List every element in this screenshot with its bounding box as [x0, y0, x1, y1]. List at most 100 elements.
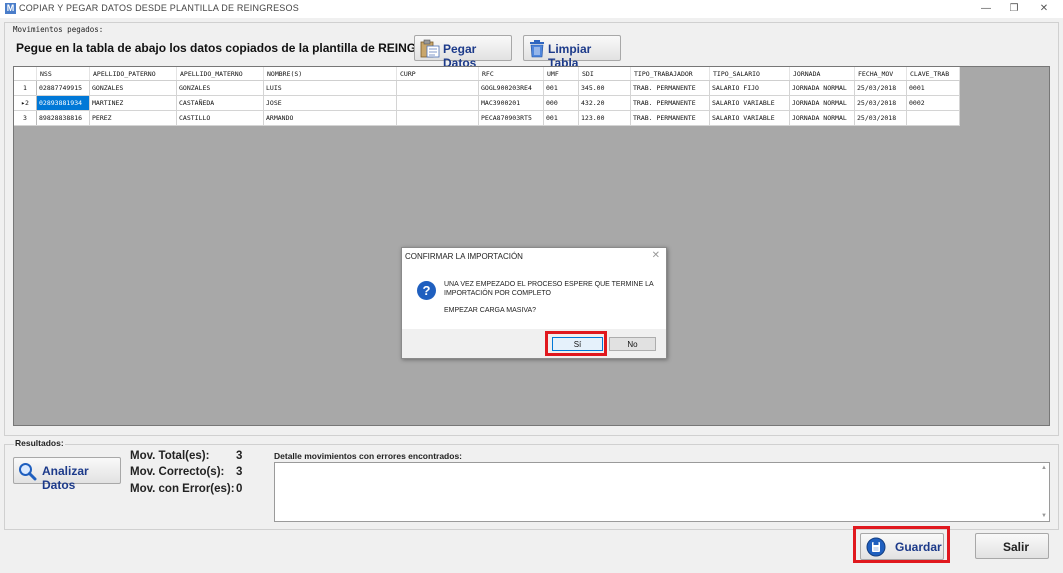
analyze-data-label: Analizar Datos [42, 464, 89, 492]
correct-movements-value: 3 [236, 466, 243, 478]
table-cell[interactable]: JOSE [263, 95, 397, 111]
table-cell[interactable]: 432.20 [578, 95, 631, 111]
analyze-data-button[interactable]: Analizar Datos [13, 457, 121, 492]
column-header[interactable]: RFC [478, 67, 544, 81]
table-cell[interactable]: LUIS [263, 80, 397, 96]
table-cell[interactable]: ARMANDO [263, 110, 397, 126]
instruction-text: Pegue en la tabla de abajo los datos cop… [16, 41, 462, 55]
total-movements-value: 3 [236, 450, 243, 462]
table-cell[interactable] [396, 95, 479, 111]
table-cell[interactable]: CASTILLO [176, 110, 264, 126]
minimize-button[interactable]: — [972, 2, 1000, 16]
close-window-button[interactable]: ✕ [1030, 2, 1058, 16]
selected-table-cell[interactable]: 02893881934 [36, 95, 90, 111]
table-cell[interactable] [396, 80, 479, 96]
table-row[interactable]: ▸2 02893881934 MARTINEZ CASTAÑEDA JOSE M… [14, 95, 960, 111]
dialog-close-icon[interactable]: ✕ [652, 250, 660, 261]
column-header[interactable]: CLAVE_TRAB [906, 67, 960, 81]
table-cell[interactable] [396, 110, 479, 126]
dialog-title: CONFIRMAR LA IMPORTACIÓN [405, 252, 523, 261]
row-number: 1 [23, 84, 27, 92]
table-cell[interactable]: JORNADA NORMAL [789, 80, 855, 96]
question-icon: ? [417, 281, 436, 300]
table-cell[interactable]: PEREZ [89, 110, 177, 126]
column-header[interactable]: SDI [578, 67, 631, 81]
table-cell[interactable]: TRAB. PERMANENTE [630, 80, 710, 96]
paste-data-button[interactable]: Pegar Datos [414, 35, 512, 70]
table-cell[interactable]: SALARIO FIJO [709, 80, 790, 96]
column-header[interactable]: APELLIDO_PATERNO [89, 67, 177, 81]
column-header[interactable]: APELLIDO_MATERNO [176, 67, 264, 81]
table-cell[interactable]: 25/03/2018 [854, 80, 907, 96]
restore-button[interactable]: ❐ [1000, 2, 1028, 16]
table-cell[interactable]: SALARIO VARIABLE [709, 110, 790, 126]
table-cell[interactable]: 0002 [906, 95, 960, 111]
column-header[interactable]: TIPO_SALARIO [709, 67, 790, 81]
exit-label: Salir [1003, 540, 1030, 554]
app-icon: M [5, 3, 16, 14]
column-header[interactable]: JORNADA [789, 67, 855, 81]
scroll-down-icon[interactable]: ▼ [1041, 513, 1047, 519]
clear-table-button[interactable]: Limpiar Tabla [523, 35, 621, 70]
correct-movements-label: Mov. Correcto(s): [130, 466, 225, 478]
table-cell[interactable]: TRAB. PERMANENTE [630, 95, 710, 111]
table-cell[interactable]: 001 [543, 80, 579, 96]
error-movements-label: Mov. con Error(es): [130, 483, 235, 495]
table-cell[interactable]: 02887749915 [36, 80, 90, 96]
table-cell[interactable]: 89828838816 [36, 110, 90, 126]
dialog-question: EMPEZAR CARGA MASIVA? [444, 307, 537, 314]
row-header[interactable]: 1 [14, 80, 37, 96]
table-header-row: NSS APELLIDO_PATERNO APELLIDO_MATERNO NO… [14, 67, 960, 81]
data-grid[interactable]: NSS APELLIDO_PATERNO APELLIDO_MATERNO NO… [13, 66, 1050, 426]
row-header[interactable]: ▸2 [14, 95, 37, 111]
table-cell[interactable]: MARTINEZ [89, 95, 177, 111]
table-cell[interactable]: 0001 [906, 80, 960, 96]
window-title: COPIAR Y PEGAR DATOS DESDE PLANTILLA DE … [19, 3, 299, 13]
table-row[interactable]: 1 02887749915 GONZALES GONZALES LUIS GOG… [14, 80, 960, 96]
table-cell[interactable]: GONZALES [176, 80, 264, 96]
column-header[interactable]: TIPO_TRABAJADOR [630, 67, 710, 81]
table-cell[interactable]: TRAB. PERMANENTE [630, 110, 710, 126]
table-cell[interactable]: CASTAÑEDA [176, 95, 264, 111]
row-header-corner [14, 67, 37, 81]
table-cell[interactable] [906, 110, 960, 126]
column-header[interactable]: NOMBRE(S) [263, 67, 397, 81]
total-movements-label: Mov. Total(es): [130, 450, 210, 462]
no-button[interactable]: No [609, 337, 656, 351]
table-cell[interactable]: 345.00 [578, 80, 631, 96]
error-detail-label: Detalle movimientos con errores encontra… [274, 451, 462, 461]
scroll-up-icon[interactable]: ▲ [1041, 465, 1047, 471]
confirm-dialog: CONFIRMAR LA IMPORTACIÓN ✕ ? UNA VEZ EMP… [401, 247, 667, 359]
column-header[interactable]: UMF [543, 67, 579, 81]
exit-button[interactable]: Salir [975, 533, 1049, 559]
table-cell[interactable]: 25/03/2018 [854, 110, 907, 126]
table-cell[interactable]: MAC3900201 [478, 95, 544, 111]
table-cell[interactable]: GONZALES [89, 80, 177, 96]
table-cell[interactable]: 25/03/2018 [854, 95, 907, 111]
dialog-message: UNA VEZ EMPEZADO EL PROCESO ESPERE QUE T… [444, 281, 654, 297]
table-cell[interactable]: 123.00 [578, 110, 631, 126]
column-header[interactable]: FECHA_MOV [854, 67, 907, 81]
table-cell[interactable]: 000 [543, 95, 579, 111]
title-bar: M COPIAR Y PEGAR DATOS DESDE PLANTILLA D… [0, 0, 1063, 18]
table-cell[interactable]: JORNADA NORMAL [789, 110, 855, 126]
dialog-footer: Sí No [402, 329, 666, 358]
results-label: Resultados: [14, 438, 65, 448]
row-header[interactable]: 3 [14, 110, 37, 126]
movements-table: NSS APELLIDO_PATERNO APELLIDO_MATERNO NO… [14, 67, 960, 126]
column-header[interactable]: NSS [36, 67, 90, 81]
row-number: 2 [25, 99, 29, 107]
table-cell[interactable]: 001 [543, 110, 579, 126]
row-number: 3 [23, 114, 27, 122]
save-highlight-box [853, 526, 950, 563]
table-cell[interactable]: JORNADA NORMAL [789, 95, 855, 111]
column-header[interactable]: CURP [396, 67, 479, 81]
pasted-group-label: Movimientos pegados: [12, 25, 105, 34]
error-detail-textbox[interactable]: ▲ ▼ [274, 462, 1050, 522]
table-cell[interactable]: SALARIO VARIABLE [709, 95, 790, 111]
table-cell[interactable]: GOGL900203RE4 [478, 80, 544, 96]
table-cell[interactable]: PECA870903RT5 [478, 110, 544, 126]
yes-highlight-box [545, 331, 607, 356]
error-movements-value: 0 [236, 483, 243, 495]
table-row[interactable]: 3 89828838816 PEREZ CASTILLO ARMANDO PEC… [14, 110, 960, 126]
